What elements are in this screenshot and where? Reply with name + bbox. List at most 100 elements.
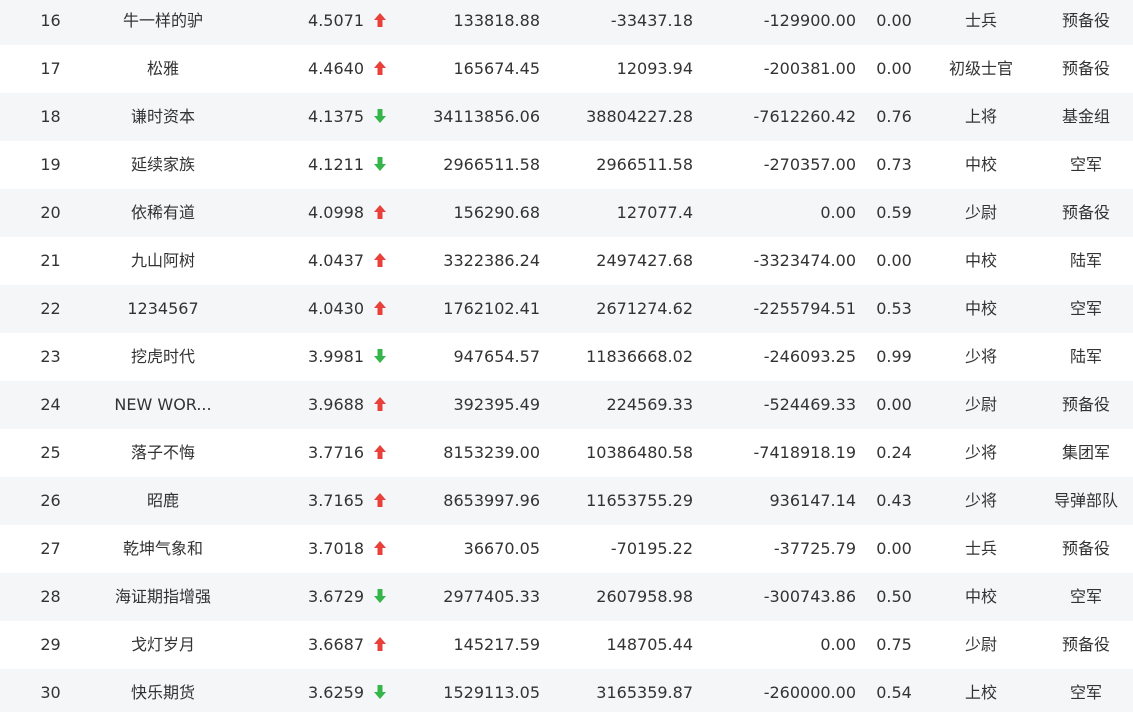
value2-cell: 2497427.68 (596, 251, 693, 270)
arrow-up-icon (374, 492, 386, 507)
group-cell: 预备役 (1061, 11, 1110, 30)
rank-cell: 21 (40, 251, 61, 270)
score-cell: 3.6729 (308, 587, 364, 606)
rank-cell: 16 (40, 11, 61, 30)
value2-cell: 11836668.02 (586, 347, 693, 366)
trend-cell (371, 189, 389, 237)
ratio-cell: 0.24 (876, 443, 912, 462)
value1-cell: 3322386.24 (443, 251, 540, 270)
rank-cell: 30 (40, 683, 61, 702)
table-row[interactable]: 28 海证期指增强 3.6729 2977405.33 2607958.98 -30074… (0, 573, 1133, 621)
name-cell: 九山阿树 (130, 251, 195, 270)
ratio-cell: 0.00 (876, 251, 912, 270)
ratio-cell: 0.54 (876, 683, 912, 702)
arrow-up-icon (374, 252, 386, 267)
value1-cell: 36670.05 (463, 539, 540, 558)
table-row[interactable]: 25 落子不悔 3.7716 8153239.00 10386480.58 -741891… (0, 429, 1133, 477)
value2-cell: 38804227.28 (586, 107, 693, 126)
value2-cell: 10386480.58 (586, 443, 693, 462)
value2-cell: 224569.33 (606, 395, 693, 414)
ratio-cell: 0.00 (876, 539, 912, 558)
name-cell: 松雅 (146, 59, 179, 78)
trend-cell (371, 621, 389, 669)
table-row[interactable]: 16 牛一样的驴 4.5071 133818.88 -33437.18 -129900.0… (0, 0, 1133, 45)
table-row[interactable]: 20 依稀有道 4.0998 156290.68 127077.4 0.00 0.59 少尉 预… (0, 189, 1133, 237)
value1-cell: 1529113.05 (443, 683, 540, 702)
table-row[interactable]: 24 NEW WOR... 3.9688 392395.49 224569.33 -524… (0, 381, 1133, 429)
rank-cell: 18 (40, 107, 61, 126)
value3-cell: 0.00 (820, 203, 856, 222)
score-cell: 3.7165 (308, 491, 364, 510)
rank-cell: 23 (40, 347, 61, 366)
name-cell: 挖虎时代 (130, 347, 195, 366)
value2-cell: 2671274.62 (596, 299, 693, 318)
arrow-up-icon (374, 204, 386, 219)
ratio-cell: 0.00 (876, 11, 912, 30)
arrow-up-icon (374, 12, 386, 27)
table-row[interactable]: 29 戈灯岁月 3.6687 145217.59 148705.44 0.00 0.75 少尉… (0, 621, 1133, 669)
value3-cell: -2255794.51 (753, 299, 856, 318)
name-cell: 戈灯岁月 (130, 635, 195, 654)
value2-cell: 11653755.29 (586, 491, 693, 510)
score-cell: 3.7716 (308, 443, 364, 462)
score-cell: 4.0437 (308, 251, 364, 270)
table-row[interactable]: 21 九山阿树 4.0437 3322386.24 2497427.68 -3323474… (0, 237, 1133, 285)
rank-cell: 17 (40, 59, 61, 78)
value1-cell: 133818.88 (453, 11, 540, 30)
name-cell: NEW WOR... (114, 395, 212, 414)
value2-cell: 127077.4 (616, 203, 693, 222)
value1-cell: 156290.68 (453, 203, 540, 222)
name-cell: 1234567 (127, 299, 199, 318)
score-cell: 4.5071 (308, 11, 364, 30)
level-cell: 少尉 (964, 395, 997, 414)
rank-cell: 22 (40, 299, 61, 318)
level-cell: 少将 (964, 347, 997, 366)
group-cell: 预备役 (1061, 203, 1110, 222)
trend-cell (371, 573, 389, 621)
arrow-up-icon (374, 540, 386, 555)
level-cell: 士兵 (964, 11, 997, 30)
trend-cell (371, 333, 389, 381)
table-row[interactable]: 18 谦时资本 4.1375 34113856.06 38804227.28 -76122… (0, 93, 1133, 141)
rank-cell: 28 (40, 587, 61, 606)
ratio-cell: 0.73 (876, 155, 912, 174)
name-cell: 海证期指增强 (114, 587, 211, 606)
table-row[interactable]: 22 1234567 4.0430 1762102.41 2671274.62 -2255… (0, 285, 1133, 333)
level-cell: 初级士官 (948, 59, 1013, 78)
value1-cell: 1762102.41 (443, 299, 540, 318)
ratio-cell: 0.75 (876, 635, 912, 654)
name-cell: 昭鹿 (146, 491, 179, 510)
value3-cell: -260000.00 (763, 683, 856, 702)
table-row[interactable]: 17 松雅 4.4640 165674.45 12093.94 -200381.00 0.0… (0, 45, 1133, 93)
value3-cell: 0.00 (820, 635, 856, 654)
value1-cell: 392395.49 (453, 395, 540, 414)
level-cell: 少尉 (964, 203, 997, 222)
table-row[interactable]: 27 乾坤气象和 3.7018 36670.05 -70195.22 -37725.79 0… (0, 525, 1133, 573)
score-cell: 3.9688 (308, 395, 364, 414)
value3-cell: -37725.79 (773, 539, 856, 558)
ratio-cell: 0.00 (876, 59, 912, 78)
group-cell: 空军 (1069, 587, 1102, 606)
arrow-down-icon (374, 588, 386, 603)
table-row[interactable]: 23 挖虎时代 3.9981 947654.57 11836668.02 -246093.… (0, 333, 1133, 381)
table-row[interactable]: 19 延续家族 4.1211 2966511.58 2966511.58 -270357.… (0, 141, 1133, 189)
value3-cell: -7612260.42 (753, 107, 856, 126)
rank-cell: 25 (40, 443, 61, 462)
ranking-table: 16 牛一样的驴 4.5071 133818.88 -33437.18 -129900.0… (0, 0, 1133, 712)
value1-cell: 947654.57 (453, 347, 540, 366)
score-cell: 3.7018 (308, 539, 364, 558)
rank-cell: 20 (40, 203, 61, 222)
ratio-cell: 0.76 (876, 107, 912, 126)
value3-cell: -7418918.19 (753, 443, 856, 462)
arrow-up-icon (374, 396, 386, 411)
arrow-down-icon (374, 684, 386, 699)
level-cell: 少尉 (964, 635, 997, 654)
table-row[interactable]: 26 昭鹿 3.7165 8653997.96 11653755.29 936147.14… (0, 477, 1133, 525)
name-cell: 依稀有道 (130, 203, 195, 222)
table-row[interactable]: 30 快乐期货 3.6259 1529113.05 3165359.87 -260000.… (0, 669, 1133, 712)
arrow-up-icon (374, 300, 386, 315)
score-cell: 4.0430 (308, 299, 364, 318)
group-cell: 导弹部队 (1053, 491, 1118, 510)
name-cell: 牛一样的驴 (122, 11, 203, 30)
group-cell: 集团军 (1061, 443, 1110, 462)
